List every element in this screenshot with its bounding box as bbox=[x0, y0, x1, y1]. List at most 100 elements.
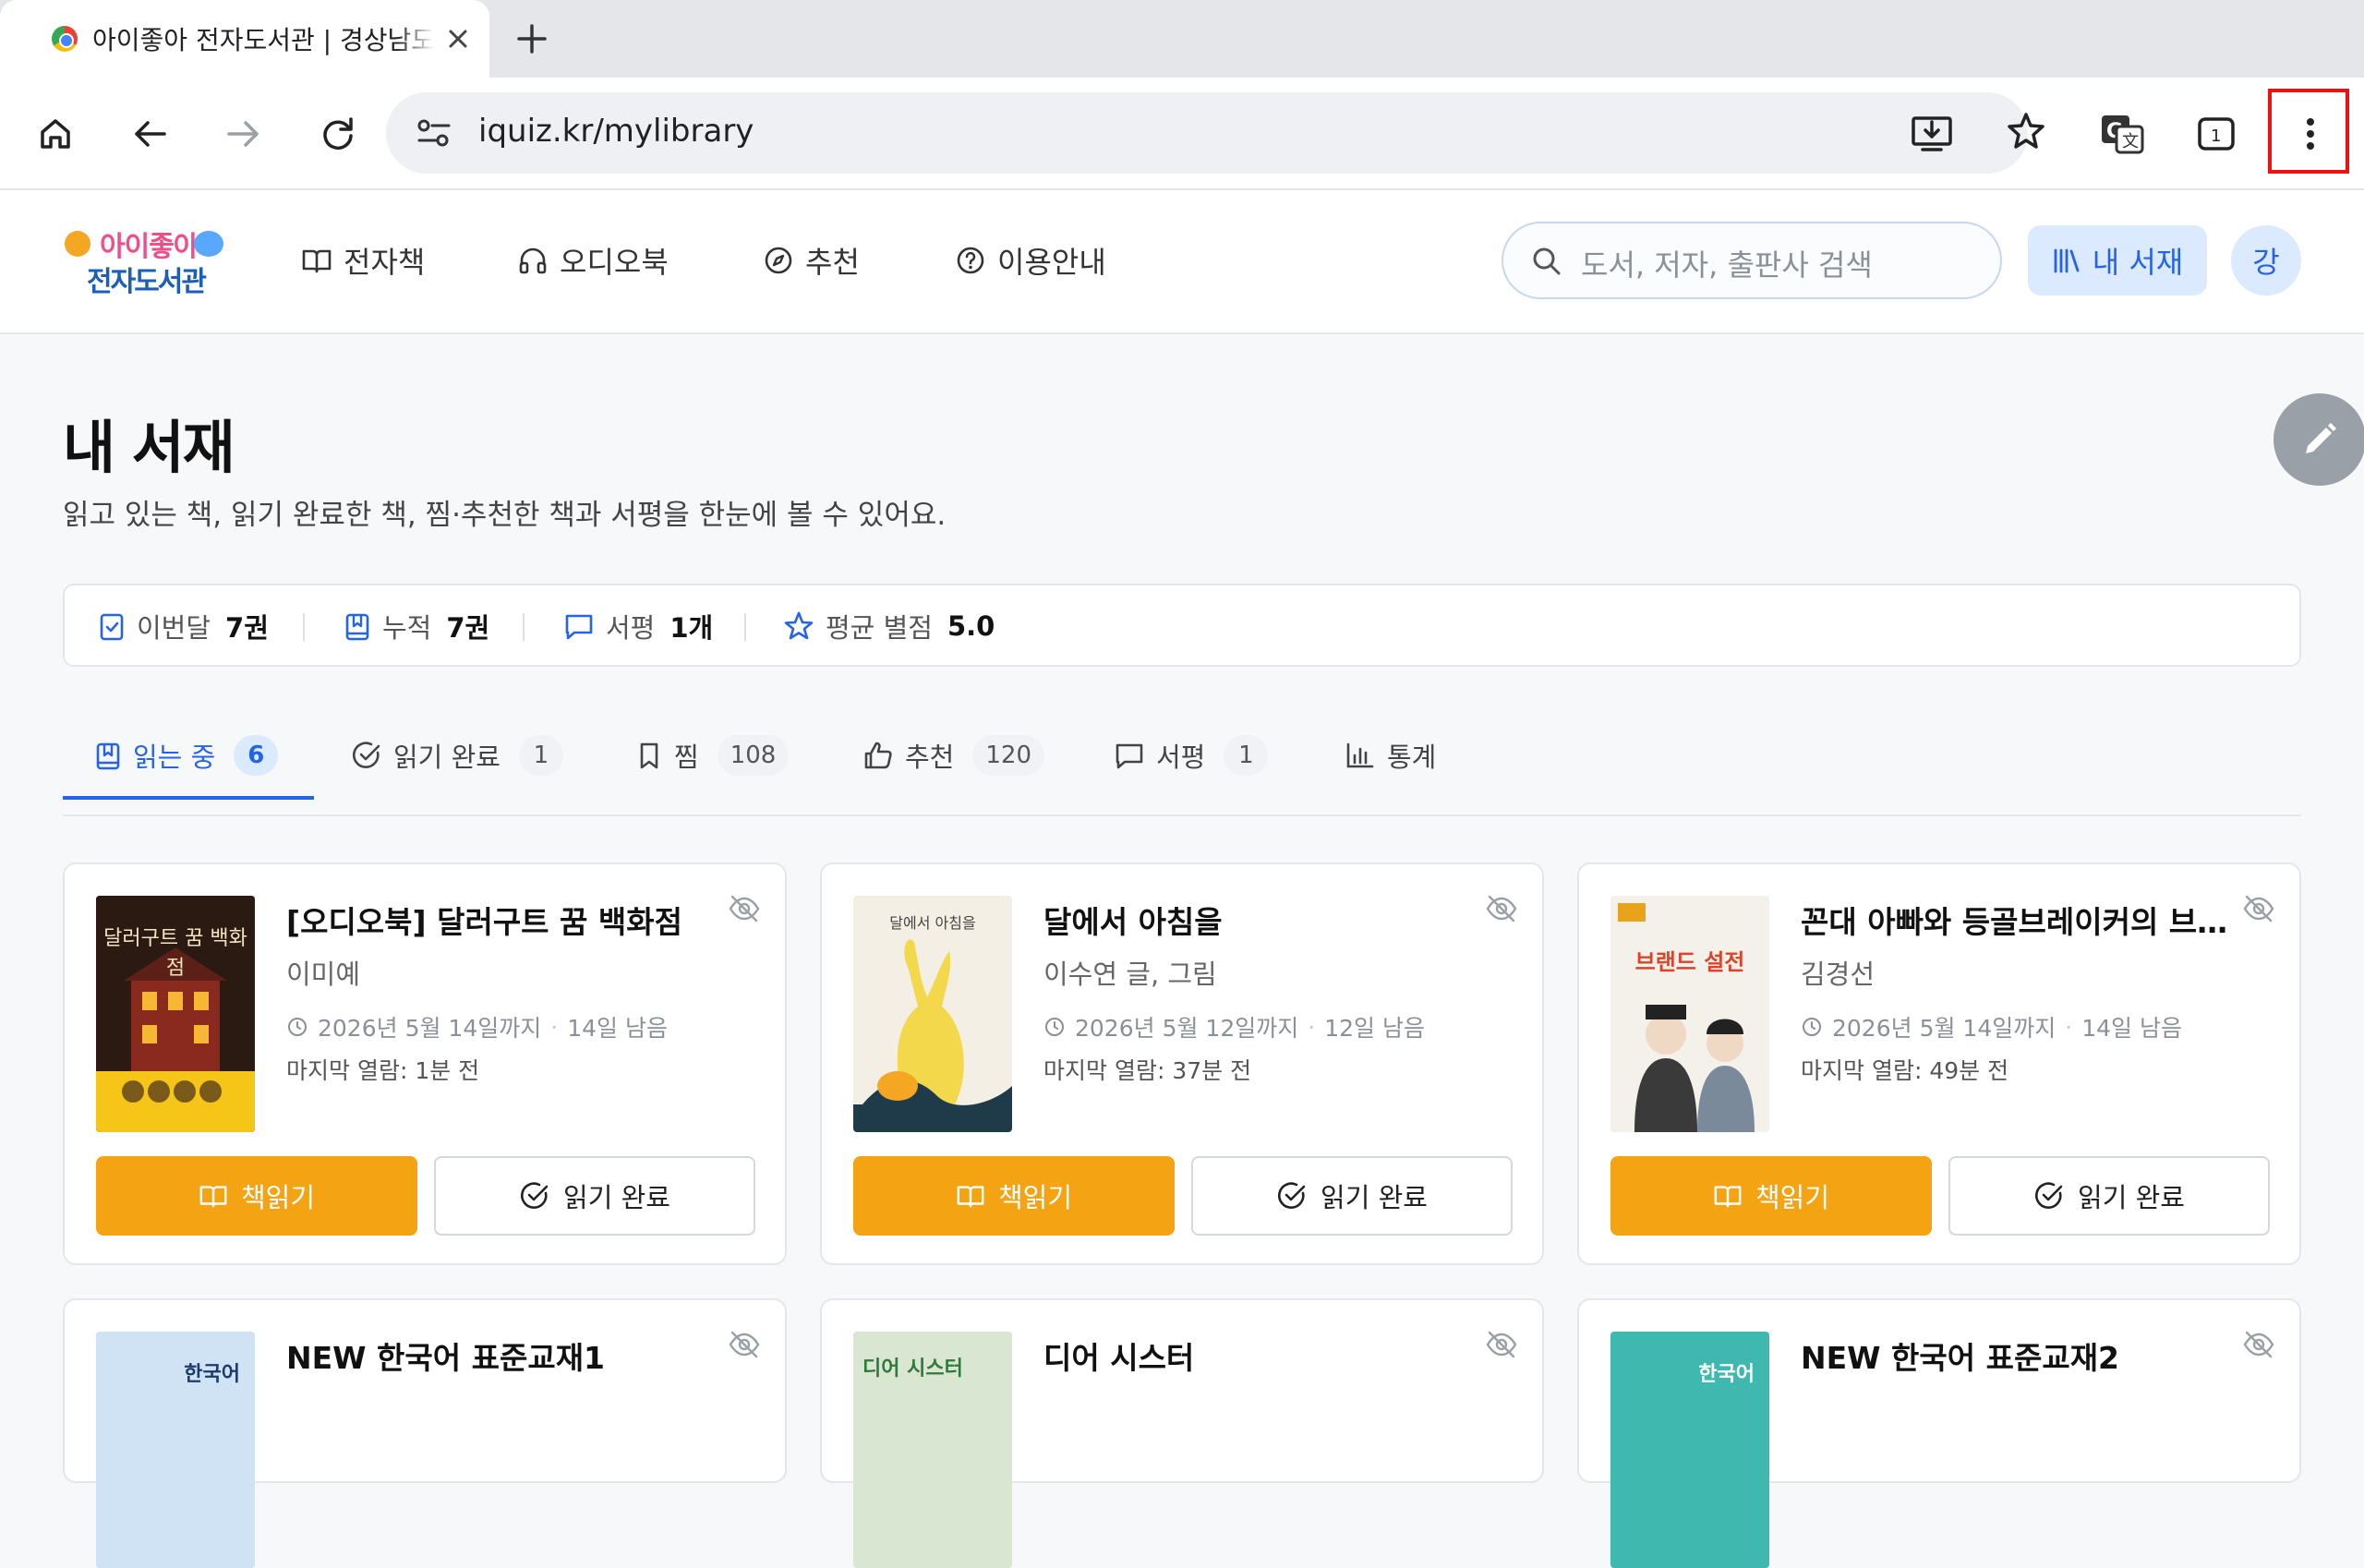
nav-ebook-label: 전자책 bbox=[344, 245, 426, 280]
stat-rating-label: 평균 별점 bbox=[826, 612, 933, 644]
forward-arrow-icon[interactable] bbox=[218, 108, 270, 160]
eye-off-icon[interactable] bbox=[2242, 892, 2275, 925]
tab-finished-count: 1 bbox=[518, 735, 563, 776]
book-due: 2026년 5월 14일까지 · 14일 남음 bbox=[286, 1010, 668, 1043]
stat-divider bbox=[744, 613, 746, 641]
translate-icon[interactable]: G文 bbox=[2096, 108, 2148, 160]
book-cover[interactable]: 달에서 아침을 bbox=[853, 896, 1012, 1132]
separator-dot: · bbox=[550, 1013, 559, 1041]
book-cover[interactable]: 디어 시스터 bbox=[853, 1332, 1012, 1568]
stat-rating: 평균 별점 5.0 bbox=[783, 606, 995, 646]
new-tab-icon[interactable] bbox=[513, 20, 550, 57]
book-cover-text: 한국어 bbox=[1698, 1363, 1755, 1386]
book-cover[interactable]: 한국어 bbox=[96, 1332, 255, 1568]
book-cover-text: 달러구트 꿈 백화점 bbox=[103, 927, 247, 980]
my-shelf-button[interactable]: 내 서재 bbox=[2028, 225, 2207, 296]
bookmark-icon bbox=[640, 742, 658, 769]
book-title[interactable]: [오디오북] 달러구트 꿈 백화점 bbox=[286, 898, 720, 942]
tab-reviews-count: 1 bbox=[1224, 735, 1269, 776]
book-cover-text: 한국어 bbox=[184, 1363, 240, 1386]
book-cover[interactable]: 달러구트 꿈 백화점 bbox=[96, 896, 255, 1132]
book-remaining: 12일 남음 bbox=[1324, 1015, 1425, 1042]
book-last-read: 마지막 열람: 49분 전 bbox=[1801, 1057, 2009, 1084]
book-due-date: 2026년 5월 14일까지 bbox=[1832, 1015, 2056, 1042]
page-title: 내 서재 bbox=[63, 414, 235, 481]
eye-off-icon[interactable] bbox=[2242, 1328, 2275, 1361]
stat-total: 누적 7권 bbox=[344, 606, 489, 646]
tab-finished[interactable]: 읽기 완료 1 bbox=[351, 731, 563, 779]
eye-off-icon[interactable] bbox=[728, 1328, 761, 1361]
nav-guide[interactable]: 이용안내 bbox=[955, 238, 1106, 283]
nav-audiobook[interactable]: 오디오북 bbox=[517, 238, 669, 283]
url-text[interactable]: iquiz.kr/mylibrary bbox=[478, 113, 754, 150]
help-circle-icon bbox=[957, 247, 984, 274]
stat-total-label: 누적 bbox=[382, 612, 432, 644]
tab-recommended[interactable]: 추천 120 bbox=[862, 731, 1045, 779]
tab-count-text: 1 bbox=[2211, 127, 2221, 146]
book-author: 이미예 bbox=[286, 959, 361, 990]
active-tab-indicator bbox=[63, 796, 314, 800]
read-book-button[interactable]: 책읽기 bbox=[1610, 1156, 1932, 1236]
read-book-button[interactable]: 책읽기 bbox=[96, 1156, 417, 1236]
clock-icon bbox=[1803, 1018, 1821, 1036]
bookmark-book-icon bbox=[96, 742, 120, 770]
site-logo[interactable]: 아이좋아 전자도서관 bbox=[63, 223, 229, 298]
book-cover-text: 달에서 아침을 bbox=[889, 914, 976, 932]
bookmark-star-icon[interactable] bbox=[2004, 109, 2048, 153]
stats-bar: 이번달 7권 누적 7권 서평 1개 평균 별점 5.0 bbox=[63, 584, 2301, 667]
mark-finished-label: 읽기 완료 bbox=[2078, 1182, 2185, 1213]
tab-reading[interactable]: 읽는 중 6 bbox=[94, 731, 279, 779]
check-circle-icon bbox=[2035, 1182, 2063, 1209]
book-cover[interactable]: 한국어 bbox=[1610, 1332, 1769, 1568]
bar-chart-icon bbox=[1346, 742, 1374, 768]
eye-off-icon[interactable] bbox=[728, 892, 761, 925]
mark-finished-label: 읽기 완료 bbox=[563, 1182, 670, 1213]
address-bar[interactable]: iquiz.kr/mylibrary bbox=[386, 92, 2044, 174]
eye-off-icon[interactable] bbox=[1485, 1328, 1518, 1361]
tab-count-icon[interactable]: 1 bbox=[2190, 108, 2242, 160]
edit-fab-button[interactable] bbox=[2274, 393, 2364, 486]
book-open-icon bbox=[199, 1186, 227, 1208]
book-title[interactable]: 달에서 아침을 bbox=[1043, 898, 1478, 942]
check-circle-icon bbox=[352, 742, 380, 768]
read-book-button[interactable]: 책읽기 bbox=[853, 1156, 1175, 1236]
tab-reviews[interactable]: 서평 1 bbox=[1114, 731, 1269, 779]
back-arrow-icon[interactable] bbox=[124, 108, 175, 160]
eye-off-icon[interactable] bbox=[1485, 892, 1518, 925]
tab-stats[interactable]: 통계 bbox=[1345, 731, 1436, 779]
book-title[interactable]: NEW 한국어 표준교재2 bbox=[1801, 1333, 2235, 1378]
book-cover[interactable]: 브랜드 설전 bbox=[1610, 896, 1769, 1132]
book-title[interactable]: 꼰대 아빠와 등골브레이커의 브랜드 설전 bbox=[1801, 898, 2235, 942]
search-input[interactable]: 도서, 저자, 출판사 검색 bbox=[1502, 222, 2002, 299]
home-icon[interactable] bbox=[30, 108, 81, 160]
book-card: 한국어 NEW 한국어 표준교재1 bbox=[63, 1298, 787, 1568]
browser-tab[interactable]: 아이좋아 전자도서관 | 경상남도교육청 bbox=[0, 0, 489, 78]
mark-finished-button[interactable]: 읽기 완료 bbox=[1948, 1156, 2270, 1236]
check-circle-icon bbox=[521, 1182, 549, 1209]
tab-wishlist[interactable]: 찜 108 bbox=[635, 731, 790, 779]
book-card: 달러구트 꿈 백화점 [오디오북] 달러구트 꿈 백화점 이미예 2026년 5… bbox=[63, 862, 787, 1265]
book-title[interactable]: 디어 시스터 bbox=[1043, 1333, 1478, 1378]
my-shelf-label: 내 서재 bbox=[2092, 245, 2184, 280]
user-avatar[interactable]: 강 bbox=[2231, 225, 2301, 296]
site-info-icon[interactable] bbox=[416, 116, 452, 150]
reload-icon[interactable] bbox=[312, 108, 364, 160]
menu-highlight-box bbox=[2268, 89, 2349, 174]
close-tab-icon[interactable] bbox=[441, 22, 475, 55]
svg-text:文: 文 bbox=[2122, 132, 2139, 151]
nav-recommend-label: 추천 bbox=[805, 245, 860, 280]
mark-finished-button[interactable]: 읽기 완료 bbox=[1191, 1156, 1513, 1236]
mark-finished-button[interactable]: 읽기 완료 bbox=[434, 1156, 755, 1236]
tab-stats-label: 통계 bbox=[1387, 742, 1437, 773]
search-icon bbox=[1531, 246, 1562, 277]
book-card: 브랜드 설전 꼰대 아빠와 등골브레이커의 브랜드 설전 김경선 2026년 5… bbox=[1577, 862, 2301, 1265]
nav-ebook[interactable]: 전자책 bbox=[301, 238, 425, 283]
page-subtitle: 읽고 있는 책, 읽기 완료한 책, 찜·추천한 책과 서평을 한눈에 볼 수 … bbox=[63, 499, 947, 532]
clock-icon bbox=[1045, 1018, 1064, 1036]
stat-divider bbox=[523, 613, 525, 641]
thumbs-up-icon bbox=[864, 742, 892, 769]
book-open-icon bbox=[302, 249, 332, 273]
install-app-icon[interactable] bbox=[1910, 111, 1954, 155]
book-title[interactable]: NEW 한국어 표준교재1 bbox=[286, 1333, 720, 1378]
nav-recommend[interactable]: 추천 bbox=[763, 238, 860, 283]
